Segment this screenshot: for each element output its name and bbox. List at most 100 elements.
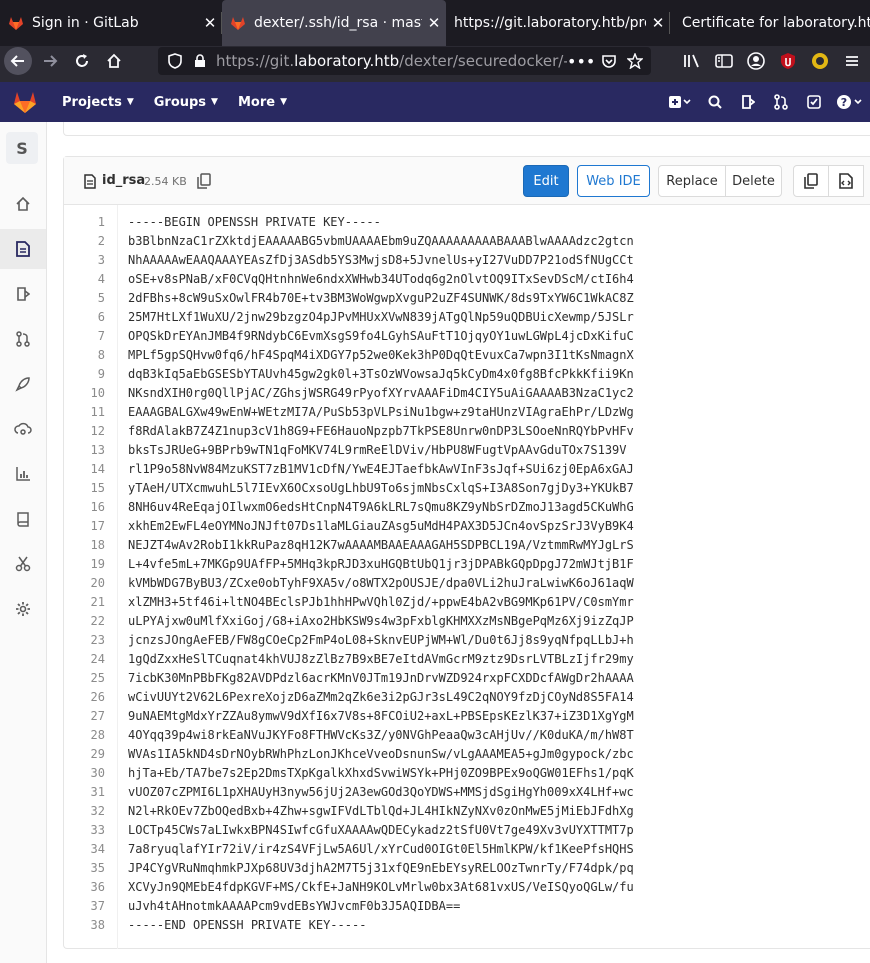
tab-certificate[interactable]: Certificate for laboratory.htb [670,0,870,46]
sidebar-item-ci-cd[interactable] [0,364,46,404]
library-icon[interactable] [676,46,708,76]
line-number[interactable]: 9 [98,365,105,384]
account-icon[interactable] [740,46,772,76]
line-number[interactable]: 3 [98,251,105,270]
merge-requests-button[interactable] [764,82,797,122]
line-number[interactable]: 27 [91,707,105,726]
line-number[interactable]: 1 [98,213,105,232]
tab-pro[interactable]: https://git.laboratory.htb/pro ✕ [446,0,670,46]
sidebar-item-settings[interactable] [0,589,46,629]
sidebar-item-repository[interactable] [0,229,46,269]
line-number[interactable]: 34 [91,840,105,859]
url-bar[interactable]: https://git.laboratory.htb/dexter/secure… [158,47,651,75]
replace-button[interactable]: Replace [658,165,726,197]
sidebar-item-analytics[interactable] [0,454,46,494]
line-number[interactable]: 2 [98,232,105,251]
line-number[interactable]: 32 [91,802,105,821]
line-number[interactable]: 13 [91,441,105,460]
line-number[interactable]: 30 [91,764,105,783]
line-number[interactable]: 26 [91,688,105,707]
line-number[interactable]: 38 [91,916,105,935]
back-button[interactable] [4,47,32,75]
tab-id-rsa[interactable]: dexter/.ssh/id_rsa · master ✕ [222,0,446,46]
home-icon [16,196,30,211]
ublock-extension-icon[interactable] [772,46,804,76]
close-tab-icon[interactable]: ✕ [422,14,446,32]
line-number[interactable]: 17 [91,517,105,536]
web-ide-button[interactable]: Web IDE [577,165,650,197]
open-raw-button[interactable] [828,165,864,197]
line-number[interactable]: 36 [91,878,105,897]
groups-menu[interactable]: Groups ▼ [154,95,218,110]
line-number[interactable]: 14 [91,460,105,479]
line-number[interactable]: 28 [91,726,105,745]
line-number[interactable]: 31 [91,783,105,802]
gitlab-logo-icon[interactable] [12,89,38,115]
file-viewer: id_rsa 2.54 KB Edit Web IDE Replace Dele… [63,156,870,949]
page-actions-icon[interactable]: ••• [567,52,595,71]
line-number[interactable]: 21 [91,593,105,612]
line-number[interactable]: 19 [91,555,105,574]
sidebar-item-project-overview[interactable] [0,184,46,224]
sidebar-item-wiki[interactable] [0,499,46,539]
edit-button[interactable]: Edit [523,165,569,197]
line-number[interactable]: 8 [98,346,105,365]
pocket-icon[interactable] [601,53,617,69]
search-button[interactable] [698,82,731,122]
line-number[interactable]: 18 [91,536,105,555]
sidebar-item-operations[interactable] [0,409,46,449]
line-number[interactable]: 16 [91,498,105,517]
more-menu[interactable]: More ▼ [238,95,287,110]
bookmark-star-icon[interactable] [627,53,643,69]
home-button[interactable] [98,46,130,76]
line-number[interactable]: 23 [91,631,105,650]
line-number[interactable]: 25 [91,669,105,688]
toolbar-right [676,46,868,76]
gitlab-favicon-icon [9,17,23,30]
line-number[interactable]: 20 [91,574,105,593]
close-tab-icon[interactable]: ✕ [198,14,222,32]
forward-button[interactable] [34,46,66,76]
line-number[interactable]: 22 [91,612,105,631]
line-number[interactable]: 35 [91,859,105,878]
code-line: 9uNAEMtgMdxYrZZAu8ymwV9dXfI6x7V8s+8FCOiU… [128,709,634,723]
line-number[interactable]: 6 [98,308,105,327]
copy-source-button[interactable] [793,165,829,197]
book-icon [17,512,29,527]
sidebar-item-issues[interactable] [0,274,46,314]
project-avatar[interactable]: S [6,132,38,164]
tab-sign-in[interactable]: Sign in · GitLab ✕ [0,0,222,46]
line-number[interactable]: 10 [91,384,105,403]
delete-button[interactable]: Delete [725,165,782,197]
code-line: bksTsJRUeG+9BPrb9wTN1qFoMKV74L9rmReElDVi… [128,443,627,457]
copy-file-path-icon[interactable] [197,173,211,189]
reload-button[interactable] [66,46,98,76]
code-line: hjTa+Eb/TA7be7s2Ep2DmsTXpKgalkXhxdSvwiWS… [128,766,634,780]
overflow-menu-icon[interactable] [836,46,868,76]
line-number[interactable]: 33 [91,821,105,840]
line-number[interactable]: 15 [91,479,105,498]
close-tab-icon[interactable]: ✕ [646,14,670,32]
shield-icon [168,53,182,69]
line-number[interactable]: 7 [98,327,105,346]
projects-menu[interactable]: Projects ▼ [62,95,134,110]
code-line: b3BlbnNzaC1rZXktdjEAAAAABG5vbmUAAAAEbm9u… [128,234,634,248]
line-number[interactable]: 29 [91,745,105,764]
code-line: vUOZ07cZPMI6L1pXHAUyH3nyw56jUj2A3ewGOd3Q… [128,785,634,799]
issues-button[interactable] [731,82,764,122]
line-number[interactable]: 24 [91,650,105,669]
line-number[interactable]: 37 [91,897,105,916]
line-number[interactable]: 4 [98,270,105,289]
todos-button[interactable] [797,82,830,122]
extension-circle-icon[interactable] [804,46,836,76]
line-number[interactable]: 11 [91,403,105,422]
line-number[interactable]: 12 [91,422,105,441]
sidebar-item-merge-requests[interactable] [0,319,46,359]
url-text[interactable]: https://git.laboratory.htb/dexter/secure… [216,52,567,70]
sidebar-toggle-icon[interactable] [708,46,740,76]
sidebar-item-snippets[interactable] [0,544,46,584]
new-item-button[interactable] [662,82,698,122]
line-number[interactable]: 5 [98,289,105,308]
gitlab-header: Projects ▼ Groups ▼ More ▼ ? [0,82,870,122]
help-button[interactable]: ? [830,82,870,122]
